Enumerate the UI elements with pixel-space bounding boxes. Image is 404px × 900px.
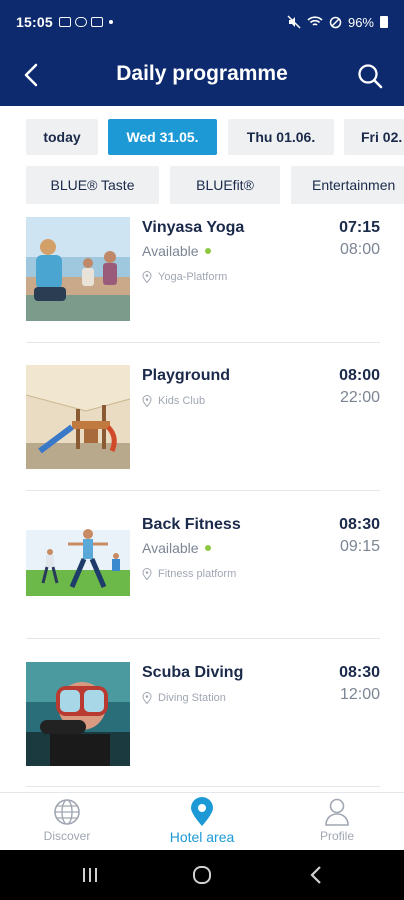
notification-icons xyxy=(58,17,113,27)
start-time: 08:30 xyxy=(339,664,380,681)
availability-label: Available xyxy=(142,243,199,259)
check-notification-icon xyxy=(90,17,103,27)
system-navigation-bar xyxy=(0,850,404,900)
row-divider xyxy=(26,490,380,491)
gallery-notification-icon xyxy=(58,17,71,27)
status-right: 96% xyxy=(287,15,388,30)
mute-icon xyxy=(287,15,301,29)
activity-title: Playground xyxy=(142,367,231,384)
availability-status: Available xyxy=(142,540,211,556)
activity-location: Fitness platform xyxy=(142,568,236,580)
search-icon[interactable] xyxy=(356,62,384,90)
location-pin-icon xyxy=(191,797,213,826)
end-time: 22:00 xyxy=(339,389,380,406)
battery-icon xyxy=(380,16,388,28)
more-notifications-icon xyxy=(108,20,113,24)
activity-image xyxy=(26,365,130,469)
date-tab-wed[interactable]: Wed 31.05. xyxy=(108,119,217,155)
nav-label: Discover xyxy=(43,829,91,843)
category-bluefit[interactable]: BLUEfit® xyxy=(170,166,280,204)
location-pin-icon xyxy=(142,271,152,283)
globe-icon xyxy=(54,799,80,825)
activity-title: Back Fitness xyxy=(142,516,241,533)
activity-list: Vinyasa Yoga Available Yoga-Platform 07:… xyxy=(0,214,404,792)
app-screen: 15:05 96% Daily programme today Wed 31.0… xyxy=(0,0,404,900)
start-time: 08:00 xyxy=(339,367,380,384)
activity-image xyxy=(26,217,130,321)
end-time: 08:00 xyxy=(339,241,380,258)
activity-title: Vinyasa Yoga xyxy=(142,219,245,236)
status-time: 15:05 xyxy=(16,14,53,30)
nav-hotel-area[interactable]: Hotel area xyxy=(152,797,252,849)
home-icon[interactable] xyxy=(192,865,212,885)
no-signal-icon xyxy=(329,16,342,28)
row-divider xyxy=(26,342,380,343)
location-label: Yoga-Platform xyxy=(158,271,228,283)
person-icon xyxy=(325,798,349,826)
date-tab-thu[interactable]: Thu 01.06. xyxy=(228,119,334,155)
nav-discover[interactable]: Discover xyxy=(17,797,117,849)
row-divider xyxy=(26,638,380,639)
location-label: Fitness platform xyxy=(158,568,237,580)
nav-label: Hotel area xyxy=(169,829,235,845)
nav-label: Profile xyxy=(319,829,354,843)
category-entertainment[interactable]: Entertainmen xyxy=(291,166,404,204)
activity-image xyxy=(26,514,130,618)
activity-location: Kids Club xyxy=(142,395,205,407)
page-title: Daily programme xyxy=(116,62,288,85)
nav-profile[interactable]: Profile xyxy=(287,797,387,849)
availability-label: Available xyxy=(142,540,199,556)
available-dot-icon xyxy=(204,545,211,551)
location-pin-icon xyxy=(142,395,152,407)
end-time: 09:15 xyxy=(339,538,380,555)
date-tabs: today Wed 31.05. Thu 01.06. Fri 02. xyxy=(0,106,404,166)
category-filters: BLUE® Taste BLUEfit® Entertainmen xyxy=(0,166,404,214)
availability-status: Available xyxy=(142,243,211,259)
location-pin-icon xyxy=(142,692,152,704)
start-time: 08:30 xyxy=(339,516,380,533)
activity-location: Yoga-Platform xyxy=(142,271,227,283)
cloud-notification-icon xyxy=(74,17,87,27)
location-label: Kids Club xyxy=(158,395,206,407)
recent-apps-icon[interactable] xyxy=(81,866,99,884)
row-divider xyxy=(26,786,380,787)
activity-location: Diving Station xyxy=(142,692,226,704)
back-icon[interactable] xyxy=(309,865,323,885)
date-tab-today[interactable]: today xyxy=(26,119,98,155)
location-pin-icon xyxy=(142,568,152,580)
start-time: 07:15 xyxy=(339,219,380,236)
available-dot-icon xyxy=(204,248,211,254)
date-tab-fri[interactable]: Fri 02. xyxy=(344,119,404,155)
category-blue-taste[interactable]: BLUE® Taste xyxy=(26,166,159,204)
app-header: Daily programme xyxy=(0,44,404,106)
bottom-navigation: Discover Hotel area Profile xyxy=(0,792,404,850)
location-label: Diving Station xyxy=(158,692,226,704)
end-time: 12:00 xyxy=(339,686,380,703)
activity-title: Scuba Diving xyxy=(142,664,244,681)
battery-percent: 96% xyxy=(347,14,374,30)
activity-row[interactable]: Scuba Diving Diving Station 08:30 12:00 xyxy=(0,659,404,792)
activity-image xyxy=(26,662,130,766)
wifi-icon xyxy=(307,16,323,26)
status-bar: 15:05 96% xyxy=(0,0,404,44)
